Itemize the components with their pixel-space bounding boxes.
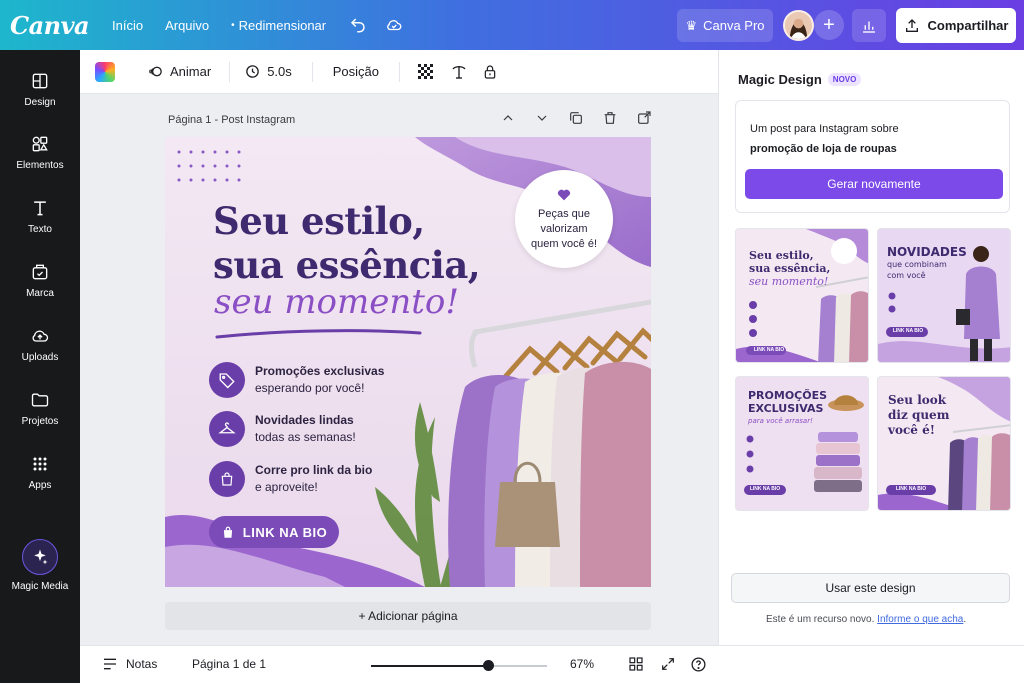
- help-icon: [691, 657, 706, 672]
- design-artboard[interactable]: Seu estilo, sua essência, seu momento! P…: [165, 137, 651, 587]
- cloud-save-icon[interactable]: [384, 15, 404, 35]
- page-title[interactable]: Página 1 - Post Instagram: [168, 114, 295, 126]
- bottom-bar: Notas Página 1 de 1 67%: [80, 645, 1024, 683]
- tag-icon: [209, 362, 245, 398]
- design-thumbnail-1[interactable]: Seu estilo, sua essência, seu momento! L…: [735, 228, 869, 363]
- toolbar-divider: [399, 61, 401, 82]
- design-thumbnail-2[interactable]: NOVIDADES que combinam com você LINK NA …: [877, 228, 1011, 363]
- zoom-slider-fill: [371, 665, 489, 667]
- insights-button[interactable]: [852, 9, 886, 42]
- paint-roller-icon: [452, 65, 466, 79]
- apps-grid-icon: [33, 457, 47, 470]
- lock-button[interactable]: [482, 63, 498, 81]
- design-thumbnail-3[interactable]: PROMOÇÕES EXCLUSIVAS para você arrasar! …: [735, 376, 869, 511]
- design-cta-button[interactable]: LINK NA BIO: [209, 516, 339, 548]
- canva-logo[interactable]: Canva: [10, 11, 100, 40]
- shapes-icon: [32, 136, 48, 151]
- feedback-text: Este é um recurso novo. Informe o que ac…: [766, 614, 967, 625]
- sidebar-item-apps[interactable]: Apps: [0, 443, 80, 501]
- toolbar-divider: [229, 61, 231, 82]
- design-quote-bubble[interactable]: Peças que valorizam quem você é!: [515, 170, 613, 268]
- nav-resize[interactable]: Redimensionar: [239, 18, 326, 33]
- share-button[interactable]: Compartilhar: [896, 8, 1016, 43]
- regenerate-button[interactable]: Gerar novamente: [745, 169, 1003, 199]
- zoom-slider-handle[interactable]: [482, 660, 494, 671]
- chevron-down-icon[interactable]: [534, 110, 550, 126]
- sidebar-item-magic-media[interactable]: Magic Media: [0, 530, 80, 600]
- design-feature-news[interactable]: Novidades lindas todas as semanas!: [209, 411, 356, 447]
- nav-home[interactable]: Início: [112, 18, 143, 33]
- transparency-icon: [418, 63, 434, 79]
- brand-icon: [32, 264, 48, 279]
- magic-design-panel: Magic Design NOVO Um post para Instagram…: [718, 50, 1024, 645]
- lock-icon: [484, 64, 496, 79]
- prompt-card[interactable]: Um post para Instagram sobre promoção de…: [735, 100, 1010, 213]
- layout-icon: [32, 73, 48, 88]
- duplicate-icon[interactable]: [568, 110, 584, 126]
- duration-button[interactable]: 5.0s: [244, 63, 292, 80]
- add-page-button[interactable]: + Adicionar página: [165, 602, 651, 630]
- nav-file[interactable]: Arquivo: [165, 18, 209, 33]
- animate-icon: [149, 66, 162, 77]
- page-count[interactable]: Página 1 de 1: [192, 657, 266, 671]
- grid-view-button[interactable]: [628, 656, 644, 672]
- canva-pro-button[interactable]: ♛ Canva Pro: [677, 9, 773, 42]
- editor-toolbar: Animar 5.0s Posição: [80, 50, 718, 94]
- sidebar-item-design[interactable]: Design: [0, 60, 80, 118]
- notes-icon: [104, 658, 116, 670]
- design-thumbnail-4[interactable]: Seu look diz quem você é! LINK NA BIO: [877, 376, 1011, 511]
- upload-icon: [905, 18, 918, 32]
- sidebar-item-projects[interactable]: Projetos: [0, 379, 80, 437]
- hanger-icon: [209, 411, 245, 447]
- resize-dot-icon: •: [231, 19, 235, 31]
- page-actions: [500, 110, 652, 126]
- feedback-link[interactable]: Informe o que acha: [877, 614, 963, 625]
- sidebar-item-elements[interactable]: Elementos: [0, 123, 80, 181]
- panel-title: Magic Design NOVO: [738, 72, 862, 87]
- design-feature-link[interactable]: Corre pro link da bio e aproveite!: [209, 461, 372, 497]
- grid-icon: [629, 657, 643, 671]
- use-design-button[interactable]: Usar este design: [731, 573, 1010, 603]
- cloud-upload-icon: [32, 330, 49, 342]
- prompt-text-line2: promoção de loja de roupas: [750, 143, 897, 155]
- fullscreen-button[interactable]: [660, 656, 676, 672]
- top-bar: Canva Início Arquivo • Redimensionar ♛ C…: [0, 0, 1024, 50]
- left-sidebar: Design Elementos Texto Marca Uploads Pro…: [0, 50, 80, 683]
- shopping-bag-icon: [223, 526, 232, 538]
- toolbar-divider: [311, 61, 313, 82]
- expand-icon: [662, 658, 674, 670]
- zoom-level[interactable]: 67%: [570, 657, 594, 671]
- undo-icon[interactable]: [348, 15, 368, 35]
- transparency-button[interactable]: [418, 63, 434, 80]
- add-collaborator-button[interactable]: +: [814, 10, 844, 40]
- add-page-icon[interactable]: [636, 110, 652, 126]
- canvas-area: Página 1 - Post Instagram Seu estilo, su…: [80, 94, 718, 645]
- sparkle-icon: [22, 538, 58, 575]
- prompt-text-line1: Um post para Instagram sobre: [750, 123, 899, 135]
- chevron-up-icon[interactable]: [500, 110, 516, 126]
- color-swatch[interactable]: [95, 61, 115, 82]
- design-script-text[interactable]: seu momento!: [214, 282, 459, 322]
- zoom-slider[interactable]: [371, 665, 547, 667]
- trash-icon[interactable]: [602, 110, 618, 126]
- sidebar-item-brand[interactable]: Marca: [0, 251, 80, 309]
- text-icon: [34, 200, 46, 215]
- chart-icon: [863, 21, 875, 33]
- notes-button[interactable]: Notas: [102, 657, 157, 671]
- clock-icon: [246, 65, 259, 78]
- design-headline[interactable]: Seu estilo, sua essência,: [213, 199, 481, 287]
- sidebar-item-uploads[interactable]: Uploads: [0, 315, 80, 373]
- crown-icon: ♛: [685, 17, 698, 33]
- position-button[interactable]: Posição: [333, 64, 379, 79]
- design-feature-promo[interactable]: Promoções exclusivas esperando por você!: [209, 362, 384, 398]
- new-badge: NOVO: [827, 73, 862, 86]
- heart-icon: [557, 189, 571, 200]
- paint-format-button[interactable]: [450, 63, 468, 81]
- animate-button[interactable]: Animar: [147, 63, 211, 80]
- sidebar-item-text[interactable]: Texto: [0, 187, 80, 245]
- help-button[interactable]: [690, 656, 707, 673]
- avatar[interactable]: [783, 10, 814, 41]
- folder-icon: [31, 393, 49, 406]
- shopping-bag-icon: [209, 461, 245, 497]
